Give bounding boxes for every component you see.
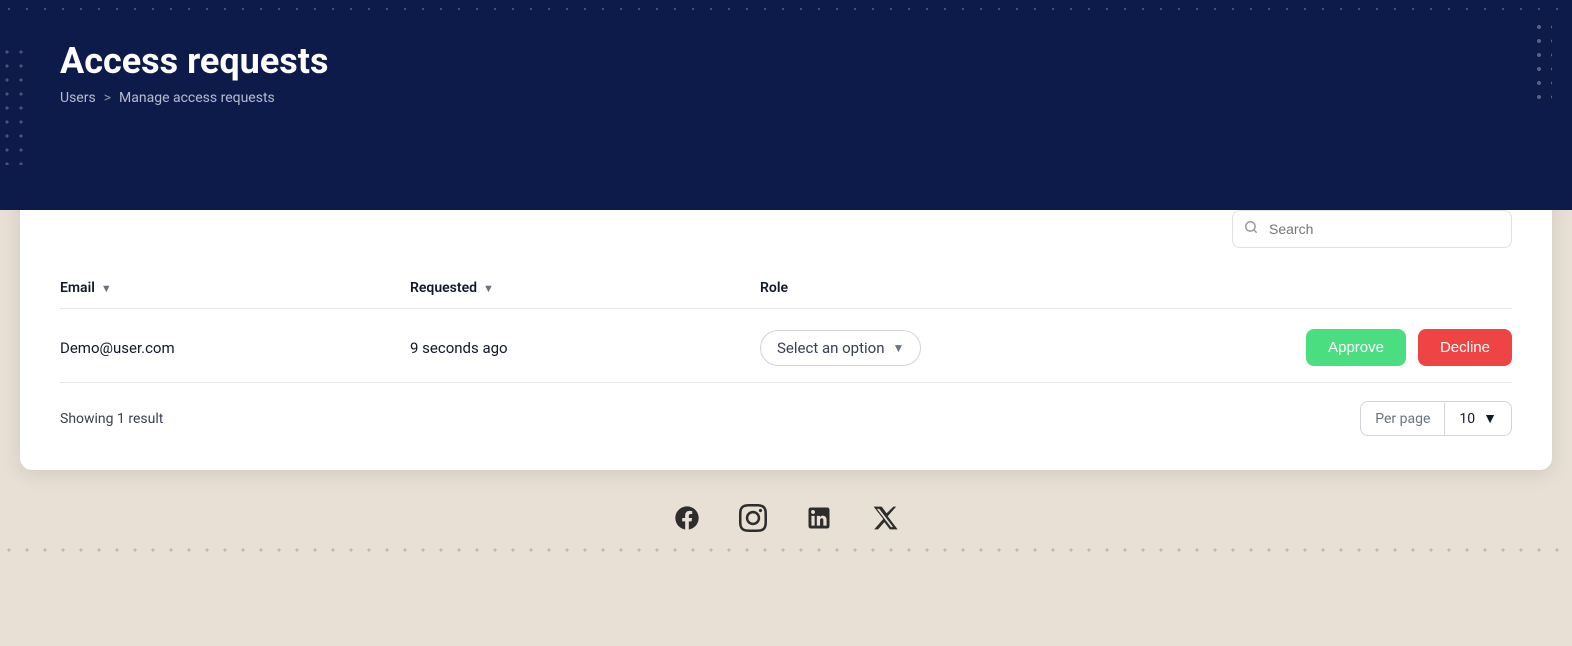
per-page-value: 10 (1459, 411, 1475, 427)
header-dots-top (0, 0, 1572, 18)
content-card: Email ▼ Requested ▼ Role Demo@user.com 9… (20, 180, 1552, 470)
table-row: Demo@user.com 9 seconds ago Select an op… (60, 313, 1512, 383)
per-page-select[interactable]: 10 ▼ (1445, 402, 1511, 435)
page-header: Access requests Users > Manage access re… (0, 0, 1572, 210)
per-page-wrapper: Per page 10 ▼ (1360, 401, 1512, 436)
search-container (60, 210, 1512, 248)
x-twitter-icon[interactable] (867, 500, 903, 536)
role-select-label: Select an option (777, 339, 884, 357)
per-page-chevron-icon: ▼ (1483, 410, 1497, 427)
instagram-icon[interactable] (735, 500, 771, 536)
breadcrumb-separator: > (104, 90, 111, 106)
decline-button[interactable]: Decline (1418, 329, 1512, 366)
per-page-label: Per page (1361, 403, 1445, 435)
page-title: Access requests (60, 40, 1512, 82)
requested-sort-icon: ▼ (483, 282, 494, 295)
col-header-email[interactable]: Email ▼ (60, 280, 410, 296)
actions-cell: Approve Decline (1306, 329, 1512, 366)
col-header-requested[interactable]: Requested ▼ (410, 280, 760, 296)
email-sort-icon: ▼ (101, 282, 112, 295)
page-footer (0, 470, 1572, 556)
table-footer: Showing 1 result Per page 10 ▼ (60, 383, 1512, 440)
search-wrapper (1232, 210, 1512, 248)
search-icon (1244, 220, 1258, 238)
showing-results-text: Showing 1 result (60, 411, 163, 427)
chevron-down-icon: ▼ (892, 341, 904, 355)
cell-email: Demo@user.com (60, 339, 410, 357)
cell-role: Select an option ▼ (760, 330, 1306, 366)
approve-button[interactable]: Approve (1306, 329, 1406, 366)
footer-dots (0, 544, 1572, 556)
table-header: Email ▼ Requested ▼ Role (60, 268, 1512, 309)
header-dots-left (0, 45, 30, 165)
breadcrumb: Users > Manage access requests (60, 90, 1512, 106)
breadcrumb-parent[interactable]: Users (60, 90, 96, 106)
header-dots-right (1532, 20, 1552, 100)
role-select-dropdown[interactable]: Select an option ▼ (760, 330, 921, 366)
cell-requested: 9 seconds ago (410, 339, 760, 357)
facebook-icon[interactable] (669, 500, 705, 536)
breadcrumb-current: Manage access requests (119, 90, 275, 106)
linkedin-icon[interactable] (801, 500, 837, 536)
search-input[interactable] (1232, 210, 1512, 248)
col-header-role: Role (760, 280, 1512, 296)
